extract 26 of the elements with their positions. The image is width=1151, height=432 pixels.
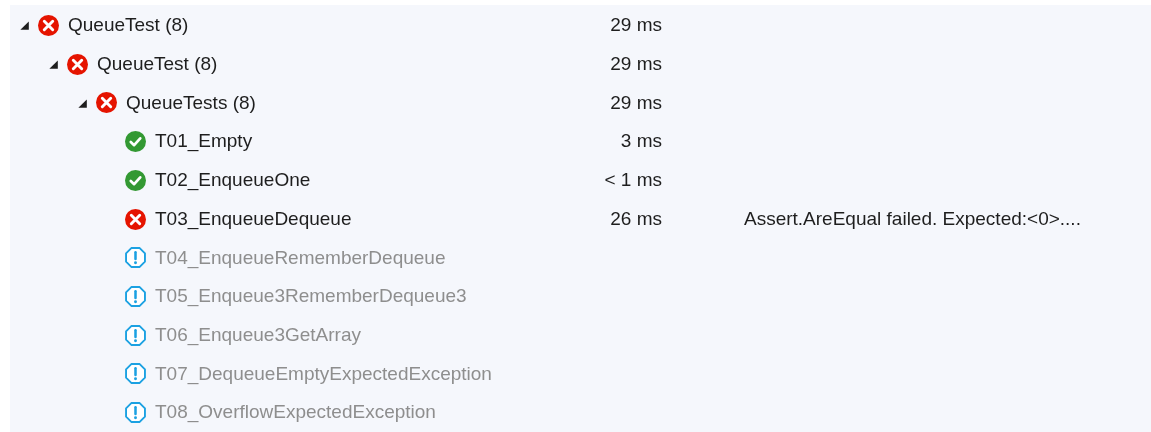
test-duration: 29 ms <box>610 13 662 38</box>
error-icon <box>125 208 146 230</box>
warning-icon <box>125 363 146 385</box>
checkmark-icon <box>125 169 146 191</box>
test-name[interactable]: QueueTest (8) <box>97 49 218 79</box>
error-icon <box>38 14 59 36</box>
expanded-triangle-icon[interactable] <box>47 58 59 71</box>
test-duration: 26 ms <box>610 206 662 231</box>
error-message: Assert.AreEqual failed. Expected:<0>.... <box>744 206 1081 231</box>
test-duration: 29 ms <box>610 51 662 76</box>
warning-icon <box>125 247 146 269</box>
test-name[interactable]: T02_EnqueueOne <box>155 166 311 195</box>
warning-icon <box>125 402 146 424</box>
error-icon <box>96 92 117 114</box>
test-name[interactable]: QueueTests (8) <box>126 88 256 118</box>
test-duration: < 1 ms <box>604 168 662 193</box>
warning-icon <box>125 324 146 346</box>
test-duration: 3 ms <box>620 129 662 154</box>
error-icon <box>67 53 88 75</box>
test-name[interactable]: T01_Empty <box>155 127 253 156</box>
test-duration: 29 ms <box>610 90 662 115</box>
expanded-triangle-icon[interactable] <box>18 19 30 32</box>
checkmark-icon <box>125 131 146 153</box>
warning-icon <box>125 286 146 307</box>
test-name[interactable]: QueueTest (8) <box>68 11 189 40</box>
test-name[interactable]: T03_EnqueueDequeue <box>155 204 352 234</box>
